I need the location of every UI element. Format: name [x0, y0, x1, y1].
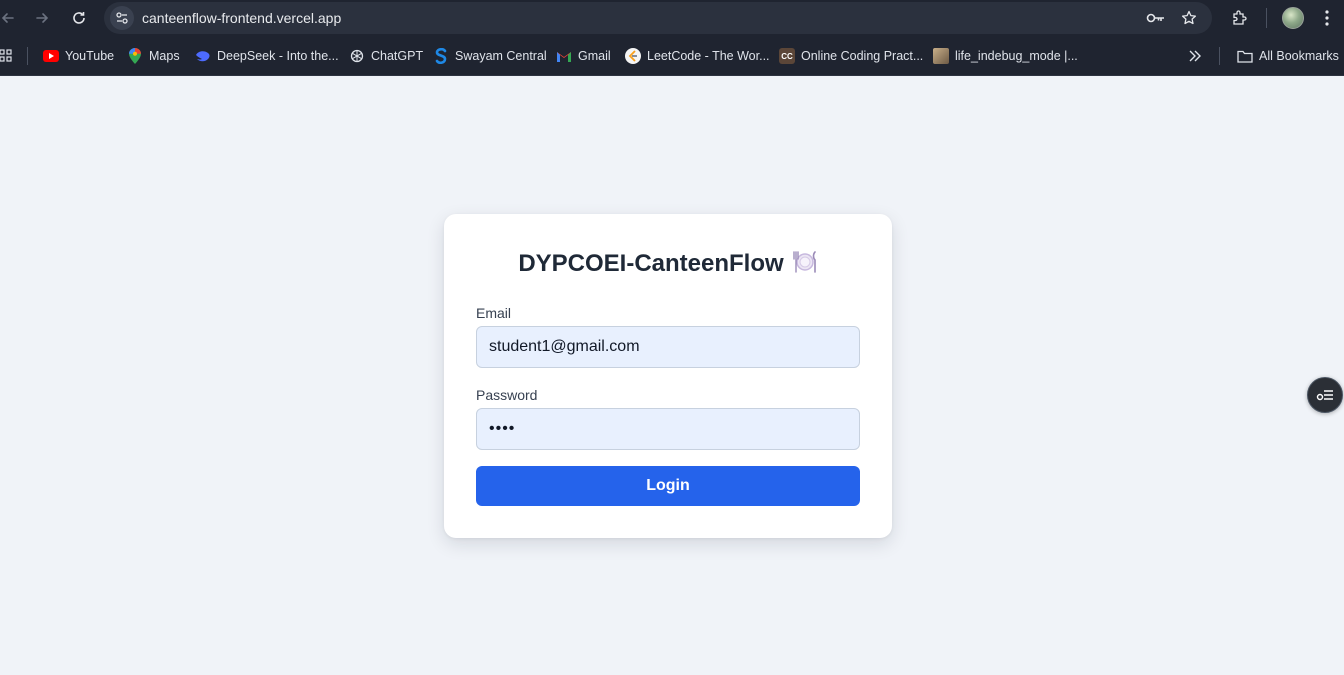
all-bookmarks-label: All Bookmarks [1259, 49, 1339, 63]
toolbar-divider [1266, 8, 1267, 28]
chatgpt-icon [349, 48, 365, 64]
all-bookmarks-button[interactable]: All Bookmarks [1237, 46, 1339, 66]
bookmark-maps[interactable]: Maps [127, 46, 180, 66]
star-icon[interactable] [1179, 8, 1199, 28]
email-label: Email [476, 305, 512, 321]
email-input[interactable] [476, 326, 860, 368]
bookmarks-divider [27, 47, 28, 65]
bookmarks-divider [1219, 47, 1220, 65]
more-bookmarks-chevron-icon[interactable] [1188, 46, 1202, 66]
password-label: Password [476, 387, 538, 403]
forward-arrow-icon[interactable] [30, 6, 54, 30]
bookmark-label: DeepSeek - Into the... [217, 49, 339, 63]
bookmark-label: Maps [149, 49, 180, 63]
swayam-icon [433, 48, 449, 64]
folder-icon [1237, 48, 1253, 64]
leetcode-icon [625, 48, 641, 64]
bookmark-label: YouTube [65, 49, 115, 63]
bookmark-label: Online Coding Pract... [801, 49, 924, 63]
back-arrow-icon[interactable] [0, 6, 20, 30]
bookmark-leetcode[interactable]: LeetCode - The Wor... [625, 46, 770, 66]
apps-grid-icon[interactable] [0, 46, 12, 66]
bookmark-label: life_indebug_mode |... [955, 49, 1078, 63]
bookmark-gmail[interactable]: Gmail [556, 46, 611, 66]
gmail-icon [556, 48, 572, 64]
plate-cutlery-icon [792, 250, 818, 281]
password-input[interactable] [476, 408, 860, 450]
address-bar[interactable]: canteenflow-frontend.vercel.app [104, 2, 1212, 34]
deepseek-icon [195, 48, 211, 64]
login-button[interactable]: Login [476, 466, 860, 506]
codechef-icon: CC [779, 48, 795, 64]
bookmark-label: ChatGPT [371, 49, 424, 63]
extensions-icon[interactable] [1228, 6, 1252, 30]
app-title-text: DYPCOEI-CanteenFlow [518, 250, 784, 277]
bookmark-swayam[interactable]: Swayam Central [433, 46, 547, 66]
bookmark-label: LeetCode - The Wor... [647, 49, 770, 63]
bookmark-youtube[interactable]: YouTube [43, 46, 114, 66]
url-text[interactable]: canteenflow-frontend.vercel.app [142, 10, 341, 26]
profile-avatar[interactable] [1282, 7, 1304, 29]
bookmarks-bar: YouTube Maps DeepSeek - Into the... Chat… [0, 36, 1344, 76]
login-title: DYPCOEI-CanteenFlow [444, 250, 892, 281]
bookmark-deepseek[interactable]: DeepSeek - Into the... [195, 46, 339, 66]
login-card: DYPCOEI-CanteenFlow Email Password Login [444, 214, 892, 538]
bookmark-image-icon [933, 48, 949, 64]
bookmark-label: Swayam Central [455, 49, 547, 63]
site-settings-icon[interactable] [110, 6, 134, 30]
menu-kebab-icon[interactable] [1315, 6, 1339, 30]
maps-icon [127, 48, 143, 64]
bookmark-chatgpt[interactable]: ChatGPT [349, 46, 423, 66]
bookmark-life-indebug[interactable]: life_indebug_mode |... [933, 46, 1078, 66]
key-icon[interactable] [1146, 8, 1166, 28]
reload-icon[interactable] [67, 6, 91, 30]
browser-toolbar: canteenflow-frontend.vercel.app [0, 0, 1344, 36]
bookmark-online-coding[interactable]: CC Online Coding Pract... [779, 46, 923, 66]
youtube-icon [43, 50, 59, 62]
bookmark-label: Gmail [578, 49, 611, 63]
floating-toggle-list-icon[interactable] [1307, 377, 1343, 413]
